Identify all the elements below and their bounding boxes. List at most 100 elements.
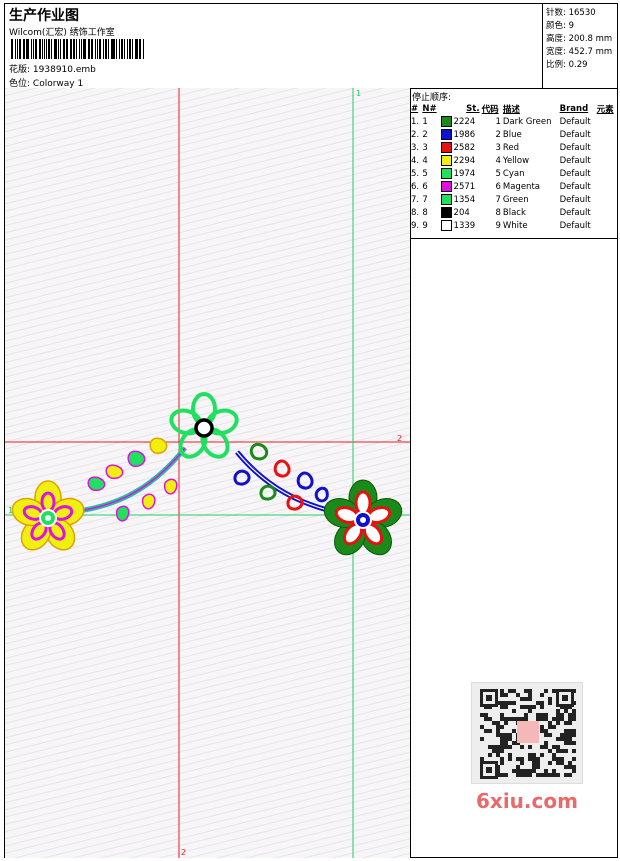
- desc-cell: White: [502, 220, 528, 231]
- qr-module: [572, 733, 576, 737]
- qr-module: [520, 757, 524, 761]
- barcode-bar: [67, 39, 69, 59]
- color-swatch: [440, 155, 452, 166]
- qr-module: [540, 713, 544, 717]
- qr-module: [504, 721, 508, 725]
- table-row: 9. 9 1339 9 White Default: [410, 219, 617, 232]
- qr-module: [488, 745, 492, 749]
- barcode-bar: [143, 39, 144, 59]
- barcode-bar: [116, 39, 118, 59]
- qr-module: [552, 725, 556, 729]
- swatch-cell: 204: [440, 206, 481, 219]
- qr-module: [564, 765, 568, 769]
- qr-module: [532, 761, 536, 765]
- table-row: 7. 7 1354 7 Green Default: [410, 193, 617, 206]
- n-cell: 3: [422, 142, 428, 153]
- qr-module: [512, 689, 516, 693]
- brand-cell: Default: [559, 194, 591, 205]
- qr-module: [500, 749, 504, 753]
- barcode-bar: [16, 39, 18, 59]
- color-swatch: [440, 220, 452, 231]
- barcode-bar: [131, 39, 133, 59]
- qr-module: [532, 765, 536, 769]
- color-table: # N# St. 代码 描述 Brand 元素 1. 1 2224 1 Dark Gre…: [410, 102, 617, 232]
- color-swatch: [440, 129, 452, 140]
- qr-module: [544, 717, 548, 721]
- design-file: 花版: 1938910.emb: [9, 62, 96, 75]
- qr-module: [516, 693, 520, 697]
- qr-module: [484, 717, 488, 721]
- barcode-bar: [139, 39, 142, 59]
- qr-module: [552, 757, 556, 761]
- qr-module: [517, 721, 539, 743]
- element-cell: [596, 180, 617, 193]
- qr-module: [516, 717, 520, 721]
- qr-module: [528, 753, 532, 757]
- n-cell: 1: [422, 116, 428, 127]
- qr-module: [544, 729, 548, 733]
- barcode-bar: [65, 39, 67, 59]
- element-cell: [596, 219, 617, 232]
- qr-module: [560, 757, 564, 761]
- qr-module: [548, 733, 552, 737]
- table-row: 6. 6 2571 6 Magenta Default: [410, 180, 617, 193]
- qr-module: [548, 749, 552, 753]
- qr-module: [572, 713, 576, 717]
- qr-module: [496, 749, 500, 753]
- color-swatch: [440, 181, 452, 192]
- qr-module: [520, 773, 524, 777]
- qr-module: [564, 709, 568, 713]
- qr-module: [548, 725, 552, 729]
- barcode-bar: [89, 39, 91, 59]
- qr-module: [556, 709, 560, 713]
- qr-module: [536, 765, 540, 769]
- element-cell: [596, 128, 617, 141]
- qr-module: [528, 745, 532, 749]
- qr-module: [568, 733, 572, 737]
- desc-cell: Cyan: [502, 168, 525, 179]
- qr-module: [516, 773, 520, 777]
- barcode-bar: [136, 39, 139, 59]
- qr-module: [544, 773, 548, 777]
- qr-module: [568, 761, 572, 765]
- qr-module: [572, 741, 576, 745]
- brand-cell: Default: [559, 181, 591, 192]
- barcode-bar: [123, 39, 125, 59]
- qr-module: [528, 773, 532, 777]
- qr-module: [564, 721, 568, 725]
- qr-module: [544, 713, 548, 717]
- qr-module: [500, 773, 504, 777]
- qr-module: [512, 701, 516, 705]
- qr-module: [488, 717, 492, 721]
- qr-module: [528, 709, 532, 713]
- qr-module: [564, 749, 568, 753]
- qr-module: [500, 689, 504, 693]
- qr-module: [564, 773, 568, 777]
- qr-module: [504, 717, 508, 721]
- qr-module: [500, 745, 504, 749]
- barcode-bar: [104, 39, 107, 59]
- swatch-cell: 1339: [440, 219, 481, 232]
- qr-module: [556, 737, 560, 741]
- qr-module: [560, 749, 564, 753]
- brand-cell: Default: [559, 116, 591, 127]
- color-swatch: [440, 142, 452, 153]
- qr-module: [516, 757, 520, 761]
- qr-module: [540, 753, 544, 757]
- qr-module: [536, 761, 540, 765]
- qr-module: [532, 753, 536, 757]
- qr-module: [524, 705, 528, 709]
- element-cell: [596, 206, 617, 219]
- qr-module: [524, 697, 528, 701]
- qr-module: [528, 769, 532, 773]
- barcode-bar: [57, 39, 59, 59]
- qr-module: [512, 729, 516, 733]
- qr-module: [564, 729, 568, 733]
- design-canvas: 1 2 1 2: [5, 88, 411, 858]
- barcode-bar: [11, 39, 13, 59]
- qr-module: [496, 753, 500, 757]
- brand-cell: Default: [559, 142, 591, 153]
- qr-module: [496, 729, 500, 733]
- qr-module: [560, 733, 564, 737]
- code-cell: 6: [495, 181, 501, 192]
